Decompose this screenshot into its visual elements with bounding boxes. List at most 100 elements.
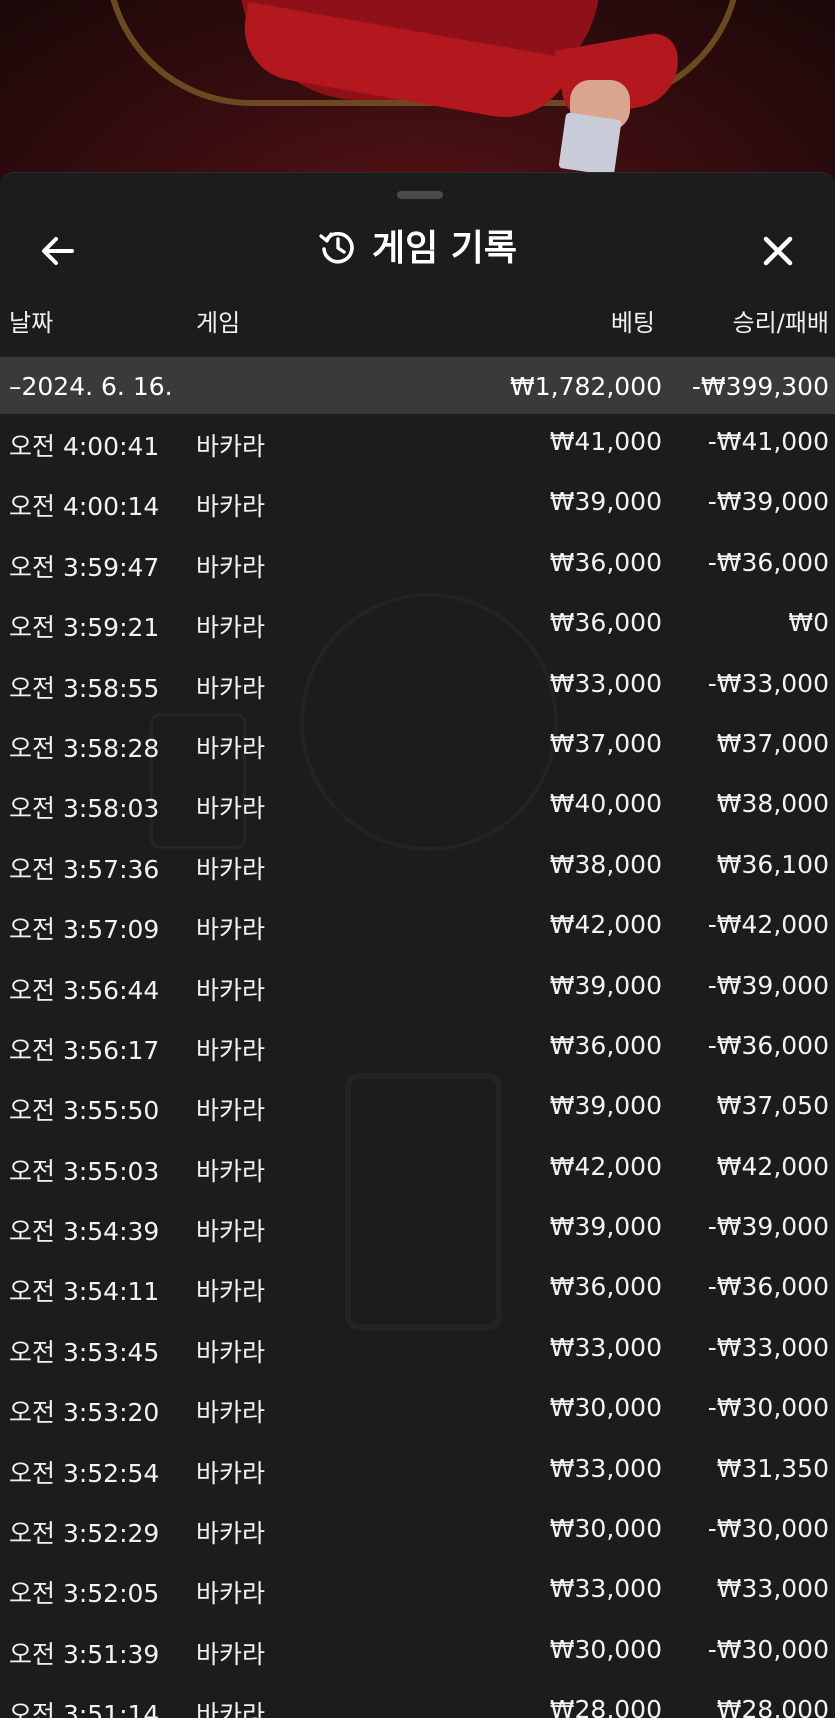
history-row[interactable]: 오전 3:54:11 바카라 ₩36,000 -₩36,000 [0,1259,835,1319]
row-game: 바카라 [196,432,266,461]
row-time: 오전 3:58:03 [9,794,160,824]
row-time: 오전 3:54:39 [9,1217,160,1247]
row-win-loss: -₩41,000 [707,427,829,456]
row-game: 바카라 [196,915,266,945]
row-game: 바카라 [196,854,266,884]
row-game: 바카라 [196,1579,266,1609]
column-header-game: 게임 [196,309,241,337]
row-game: 바카라 [196,1035,266,1065]
history-row[interactable]: 오전 3:59:47 바카라 ₩36,000 -₩36,000 [0,535,835,595]
row-game: 바카라 [196,492,266,522]
row-bet: ₩42,000 [549,1151,662,1181]
history-row[interactable]: 오전 3:52:05 바카라 ₩33,000 ₩33,000 [0,1561,835,1621]
history-row[interactable]: 오전 3:56:44 바카라 ₩39,000 -₩39,000 [0,958,835,1018]
row-time: 오전 4:00:41 [9,432,160,461]
history-row[interactable]: 오전 3:52:54 바카라 ₩33,000 ₩31,350 [0,1441,835,1501]
history-row[interactable]: 오전 3:52:29 바카라 ₩30,000 -₩30,000 [0,1501,835,1561]
row-game: 바카라 [196,1217,266,1247]
row-bet: ₩33,000 [549,668,662,698]
drag-handle[interactable] [397,191,443,199]
row-bet: ₩38,000 [549,849,662,879]
row-win-loss: -₩36,000 [707,1272,829,1302]
row-game: 바카라 [196,1277,266,1307]
row-bet: ₩33,000 [549,1453,662,1483]
row-game: 바카라 [196,1519,266,1549]
row-time: 오전 3:54:11 [9,1277,160,1307]
column-header-date: 날짜 [9,309,54,337]
row-bet: ₩30,000 [549,1514,662,1544]
row-bet: ₩36,000 [549,608,662,638]
row-win-loss: ₩37,050 [716,1091,829,1121]
row-win-loss: -₩33,000 [707,1332,829,1362]
row-time: 오전 3:59:21 [9,613,160,643]
row-bet: ₩36,000 [549,547,662,577]
row-time: 오전 3:58:28 [9,733,160,763]
row-win-loss: -₩30,000 [707,1634,829,1664]
row-time: 오전 3:53:20 [9,1398,160,1428]
row-bet: ₩36,000 [549,1272,662,1302]
history-row[interactable]: 오전 3:51:39 바카라 ₩30,000 -₩30,000 [0,1622,835,1682]
row-win-loss: -₩30,000 [707,1393,829,1423]
row-bet: ₩39,000 [549,1212,662,1242]
history-row[interactable]: 오전 3:56:17 바카라 ₩36,000 -₩36,000 [0,1018,835,1078]
row-win-loss: -₩30,000 [707,1514,829,1544]
close-icon[interactable] [758,231,798,271]
column-headers: 날짜 게임 베팅 승리/패배 [0,291,835,341]
row-bet: ₩39,000 [549,970,662,1000]
row-game: 바카라 [196,975,266,1005]
row-win-loss: ₩37,000 [716,728,829,758]
history-row[interactable]: 오전 3:57:09 바카라 ₩42,000 -₩42,000 [0,897,835,957]
row-time: 오전 3:52:05 [9,1579,160,1609]
row-time: 오전 3:52:54 [9,1458,160,1488]
history-row[interactable]: 오전 3:59:21 바카라 ₩36,000 ₩0 [0,595,835,655]
row-win-loss: ₩0 [788,608,829,638]
game-history-panel: 게임 기록 날짜 게임 베팅 승리/패배 –2024. 6. 16. ₩1,78… [0,172,835,1718]
row-time: 오전 3:51:39 [9,1639,160,1669]
row-time: 오전 3:55:50 [9,1096,160,1126]
row-bet: ₩33,000 [549,1574,662,1604]
row-win-loss: -₩42,000 [707,910,829,940]
group-bet-total: ₩1,782,000 [510,372,662,401]
row-time: 오전 3:56:44 [9,975,160,1005]
row-win-loss: -₩39,000 [707,1212,829,1242]
history-row[interactable]: 오전 3:58:28 바카라 ₩37,000 ₩37,000 [0,716,835,776]
row-bet: ₩28,000 [549,1695,662,1718]
row-game: 바카라 [196,673,266,703]
row-bet: ₩36,000 [549,1030,662,1060]
history-row[interactable]: 오전 3:58:55 바카라 ₩33,000 -₩33,000 [0,656,835,716]
column-header-bet: 베팅 [610,309,655,337]
history-list: 오전 4:00:41 바카라 ₩41,000 -₩41,000 오전 4:00:14 바카… [0,414,835,1718]
history-row[interactable]: 오전 3:51:14 바카라 ₩28,000 ₩28,000 [0,1682,835,1718]
row-bet: ₩39,000 [549,1091,662,1121]
row-time: 오전 3:53:45 [9,1337,160,1367]
history-row[interactable]: 오전 3:53:45 바카라 ₩33,000 -₩33,000 [0,1320,835,1380]
row-game: 바카라 [196,733,266,763]
row-time: 오전 3:51:14 [9,1700,160,1718]
group-win-loss-total: -₩399,300 [691,372,829,401]
row-win-loss: ₩28,000 [716,1695,829,1718]
history-row[interactable]: 오전 4:00:41 바카라 ₩41,000 -₩41,000 [0,414,835,474]
row-bet: ₩41,000 [549,427,662,456]
history-row[interactable]: 오전 4:00:14 바카라 ₩39,000 -₩39,000 [0,474,835,534]
row-win-loss: -₩39,000 [707,487,829,517]
row-bet: ₩39,000 [549,487,662,517]
history-row[interactable]: 오전 3:55:03 바카라 ₩42,000 ₩42,000 [0,1139,835,1199]
date-group-row[interactable]: –2024. 6. 16. ₩1,782,000 -₩399,300 [0,357,835,414]
group-date: –2024. 6. 16. [9,372,173,401]
row-game: 바카라 [196,1398,266,1428]
row-game: 바카라 [196,1639,266,1669]
history-row[interactable]: 오전 3:58:03 바카라 ₩40,000 ₩38,000 [0,776,835,836]
row-game: 바카라 [196,552,266,582]
history-row[interactable]: 오전 3:54:39 바카라 ₩39,000 -₩39,000 [0,1199,835,1259]
row-bet: ₩33,000 [549,1332,662,1362]
row-game: 바카라 [196,1700,266,1718]
row-game: 바카라 [196,1096,266,1126]
history-row[interactable]: 오전 3:53:20 바카라 ₩30,000 -₩30,000 [0,1380,835,1440]
page-title-wrap: 게임 기록 [0,227,835,271]
history-icon [319,231,354,264]
row-win-loss: ₩31,350 [716,1453,829,1483]
history-row[interactable]: 오전 3:55:50 바카라 ₩39,000 ₩37,050 [0,1078,835,1138]
history-row[interactable]: 오전 3:57:36 바카라 ₩38,000 ₩36,100 [0,837,835,897]
row-time: 오전 4:00:14 [9,492,160,522]
row-win-loss: -₩33,000 [707,668,829,698]
